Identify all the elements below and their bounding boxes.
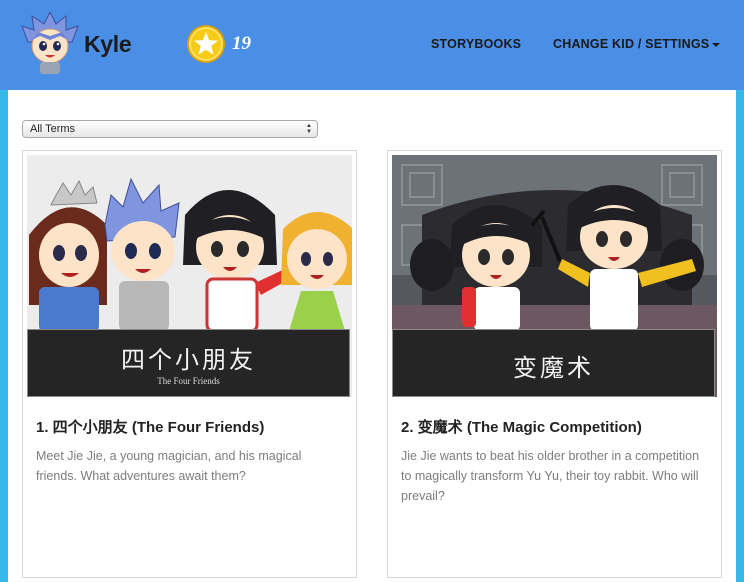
caret-down-icon [712, 42, 721, 47]
banner-title: 变魔术 [513, 354, 594, 382]
star-coin-icon [186, 24, 226, 64]
top-header: Kyle 19 STORYBOOKS CHANGE KID / SETTINGS [0, 0, 744, 90]
story-banner: 变魔术 [392, 329, 715, 397]
story-card[interactable]: 变魔术 2. 变魔术 (The Magic Competition) Jie J… [387, 150, 722, 578]
select-arrows-icon: ▲ ▼ [306, 123, 312, 135]
story-banner: 四个小朋友 The Four Friends [27, 329, 350, 397]
story-title[interactable]: 1. 四个小朋友 (The Four Friends) [36, 416, 264, 437]
story-thumbnail[interactable]: 四个小朋友 The Four Friends [27, 155, 352, 397]
story-title[interactable]: 2. 变魔术 (The Magic Competition) [401, 416, 642, 437]
kid-avatar[interactable] [20, 10, 80, 76]
banner-subtitle: The Four Friends [157, 376, 220, 386]
nav-storybooks-label: STORYBOOKS [431, 37, 522, 51]
story-thumbnail[interactable]: 变魔术 [392, 155, 717, 397]
nav-change-kid-settings-label: CHANGE KID / SETTINGS [553, 37, 710, 51]
story-description: Meet Jie Jie, a young magician, and his … [36, 449, 302, 483]
coin-count: 19 [232, 33, 251, 54]
story-description: Jie Jie wants to beat his older brother … [401, 449, 700, 503]
terms-filter-value: All Terms [30, 123, 76, 135]
kid-name: Kyle [84, 31, 132, 57]
terms-filter-select[interactable]: All Terms ▲ ▼ [22, 120, 318, 138]
nav-storybooks[interactable]: STORYBOOKS [431, 37, 521, 51]
main-content: All Terms ▲ ▼ 四个小朋友 The Four Friends 1. … [8, 90, 736, 582]
banner-title: 四个小朋友 [121, 346, 256, 374]
story-card[interactable]: 四个小朋友 The Four Friends 1. 四个小朋友 (The Fou… [22, 150, 357, 578]
nav-change-kid-settings[interactable]: CHANGE KID / SETTINGS [553, 37, 721, 51]
